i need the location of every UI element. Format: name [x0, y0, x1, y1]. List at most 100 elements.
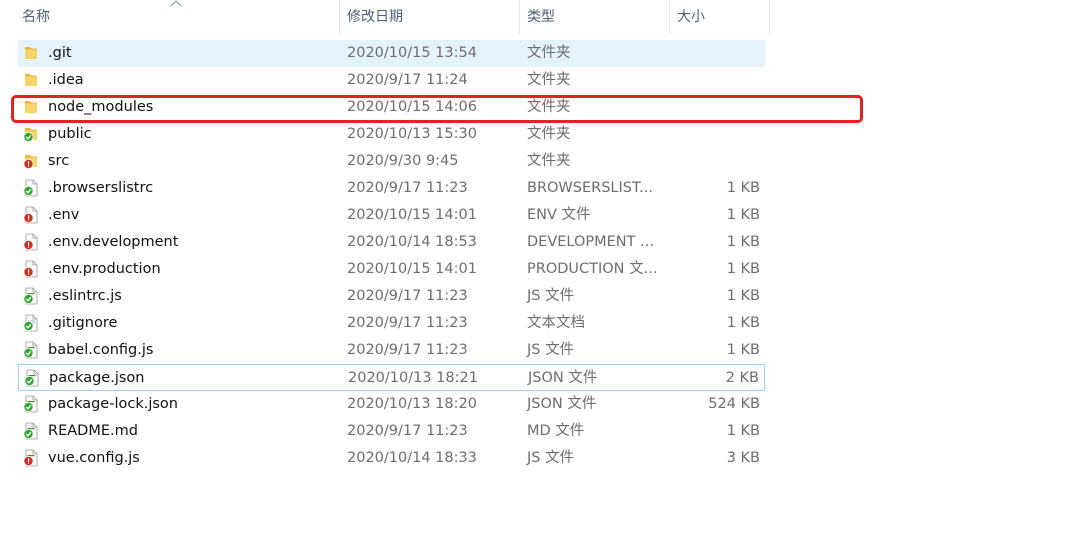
- file-modified-date: 2020/10/15 14:01: [347, 207, 477, 223]
- file-modified-date: 2020/10/15 13:54: [347, 45, 477, 61]
- file-size: 1 KB: [726, 288, 760, 304]
- file-type: JSON 文件: [528, 370, 598, 386]
- file-size: 1 KB: [726, 342, 760, 358]
- file-type: 文件夹: [527, 45, 571, 61]
- file-row[interactable]: .git 2020/10/15 13:54 文件夹: [18, 40, 765, 67]
- file-row[interactable]: package.json 2020/10/13 18:21 JSON 文件 2 KB: [18, 364, 765, 391]
- file-name: .env.production: [48, 261, 161, 277]
- file-type: BROWSERSLIST...: [527, 180, 653, 196]
- file-name: .git: [48, 45, 72, 61]
- folder-icon: [22, 98, 40, 116]
- file-type: MD 文件: [527, 423, 585, 439]
- file-name: .gitignore: [48, 315, 118, 331]
- file-modified-date: 2020/9/17 11:24: [347, 72, 468, 88]
- md-file-git-clean-icon: [22, 422, 40, 440]
- file-modified-date: 2020/9/30 9:45: [347, 153, 459, 169]
- file-name: .idea: [48, 72, 84, 88]
- file-row[interactable]: babel.config.js 2020/9/17 11:23 JS 文件 1 KB: [18, 337, 765, 364]
- file-row[interactable]: .eslintrc.js 2020/9/17 11:23 JS 文件 1 KB: [18, 283, 765, 310]
- file-git-modified-icon: [22, 260, 40, 278]
- column-header-name[interactable]: 名称: [22, 0, 50, 34]
- sort-ascending-icon: [170, 0, 182, 7]
- file-row[interactable]: .env 2020/10/15 14:01 ENV 文件 1 KB: [18, 202, 765, 229]
- file-type: JS 文件: [527, 288, 575, 304]
- file-type: JS 文件: [527, 450, 575, 466]
- json-file-git-clean-icon: [23, 369, 41, 387]
- file-modified-date: 2020/9/17 11:23: [347, 180, 468, 196]
- file-modified-date: 2020/9/17 11:23: [347, 342, 468, 358]
- file-size: 524 KB: [708, 396, 760, 412]
- file-modified-date: 2020/9/17 11:23: [347, 315, 468, 331]
- file-name: .env: [48, 207, 80, 223]
- file-type: PRODUCTION 文...: [527, 261, 658, 277]
- file-modified-date: 2020/10/13 18:20: [347, 396, 477, 412]
- text-file-git-clean-icon: [22, 314, 40, 332]
- file-type: ENV 文件: [527, 207, 591, 223]
- file-git-clean-icon: [22, 179, 40, 197]
- file-size: 1 KB: [726, 261, 760, 277]
- file-size: 1 KB: [726, 315, 760, 331]
- file-name: .eslintrc.js: [48, 288, 122, 304]
- file-modified-date: 2020/10/15 14:06: [347, 99, 477, 115]
- file-type: 文件夹: [527, 72, 571, 88]
- file-name: .browserslistrc: [48, 180, 154, 196]
- file-size: 3 KB: [726, 450, 760, 466]
- file-modified-date: 2020/9/17 11:23: [347, 288, 468, 304]
- file-name: .env.development: [48, 234, 179, 250]
- file-row[interactable]: .env.production 2020/10/15 14:01 PRODUCTIO…: [18, 256, 765, 283]
- file-modified-date: 2020/10/13 15:30: [347, 126, 477, 142]
- file-size: 1 KB: [726, 180, 760, 196]
- file-row[interactable]: .env.development 2020/10/14 18:53 DEVELOPM…: [18, 229, 765, 256]
- file-row[interactable]: src 2020/9/30 9:45 文件夹: [18, 148, 765, 175]
- column-divider[interactable]: [769, 0, 770, 34]
- file-row[interactable]: README.md 2020/9/17 11:23 MD 文件 1 KB: [18, 418, 765, 445]
- file-name: node_modules: [48, 99, 154, 115]
- file-name: vue.config.js: [48, 450, 140, 466]
- file-row[interactable]: vue.config.js 2020/10/14 18:33 JS 文件 3 KB: [18, 445, 765, 472]
- file-size: 2 KB: [725, 370, 759, 386]
- file-type: JSON 文件: [527, 396, 597, 412]
- file-size: 1 KB: [726, 234, 760, 250]
- file-modified-date: 2020/10/14 18:33: [347, 450, 477, 466]
- folder-git-clean-icon: [22, 125, 40, 143]
- file-size: 1 KB: [726, 207, 760, 223]
- file-type: 文本文档: [527, 315, 585, 331]
- column-header-type[interactable]: 类型: [527, 0, 555, 34]
- file-type: 文件夹: [527, 99, 571, 115]
- file-name: package-lock.json: [48, 396, 178, 412]
- folder-icon: [22, 71, 40, 89]
- js-file-git-modified-icon: [22, 449, 40, 467]
- column-divider[interactable]: [519, 0, 520, 34]
- file-name: public: [48, 126, 92, 142]
- column-header-date[interactable]: 修改日期: [347, 0, 403, 34]
- file-modified-date: 2020/9/17 11:23: [347, 423, 468, 439]
- file-type: 文件夹: [527, 126, 571, 142]
- file-name: README.md: [48, 423, 138, 439]
- column-divider[interactable]: [339, 0, 340, 34]
- file-row[interactable]: .gitignore 2020/9/17 11:23 文本文档 1 KB: [18, 310, 765, 337]
- column-header-size[interactable]: 大小: [677, 0, 705, 34]
- json-file-git-clean-icon: [22, 395, 40, 413]
- file-type: JS 文件: [527, 342, 575, 358]
- file-git-modified-icon: [22, 233, 40, 251]
- file-modified-date: 2020/10/13 18:21: [348, 370, 478, 386]
- file-type: DEVELOPMENT ...: [527, 234, 654, 250]
- file-name: package.json: [49, 370, 145, 386]
- file-row[interactable]: .browserslistrc 2020/9/17 11:23 BROWSERSLI…: [18, 175, 765, 202]
- file-type: 文件夹: [527, 153, 571, 169]
- file-row[interactable]: package-lock.json 2020/10/13 18:20 JSON 文件…: [18, 391, 765, 418]
- column-header-bar: 名称 修改日期 类型 大小: [0, 0, 770, 36]
- file-name: babel.config.js: [48, 342, 154, 358]
- file-row[interactable]: public 2020/10/13 15:30 文件夹: [18, 121, 765, 148]
- file-row[interactable]: node_modules 2020/10/15 14:06 文件夹: [18, 94, 765, 121]
- file-size: 1 KB: [726, 423, 760, 439]
- file-modified-date: 2020/10/14 18:53: [347, 234, 477, 250]
- file-name: src: [48, 153, 70, 169]
- file-modified-date: 2020/10/15 14:01: [347, 261, 477, 277]
- column-divider[interactable]: [669, 0, 670, 34]
- file-git-modified-icon: [22, 206, 40, 224]
- folder-icon: [22, 44, 40, 62]
- file-row[interactable]: .idea 2020/9/17 11:24 文件夹: [18, 67, 765, 94]
- js-file-git-clean-icon: [22, 287, 40, 305]
- folder-git-modified-icon: [22, 152, 40, 170]
